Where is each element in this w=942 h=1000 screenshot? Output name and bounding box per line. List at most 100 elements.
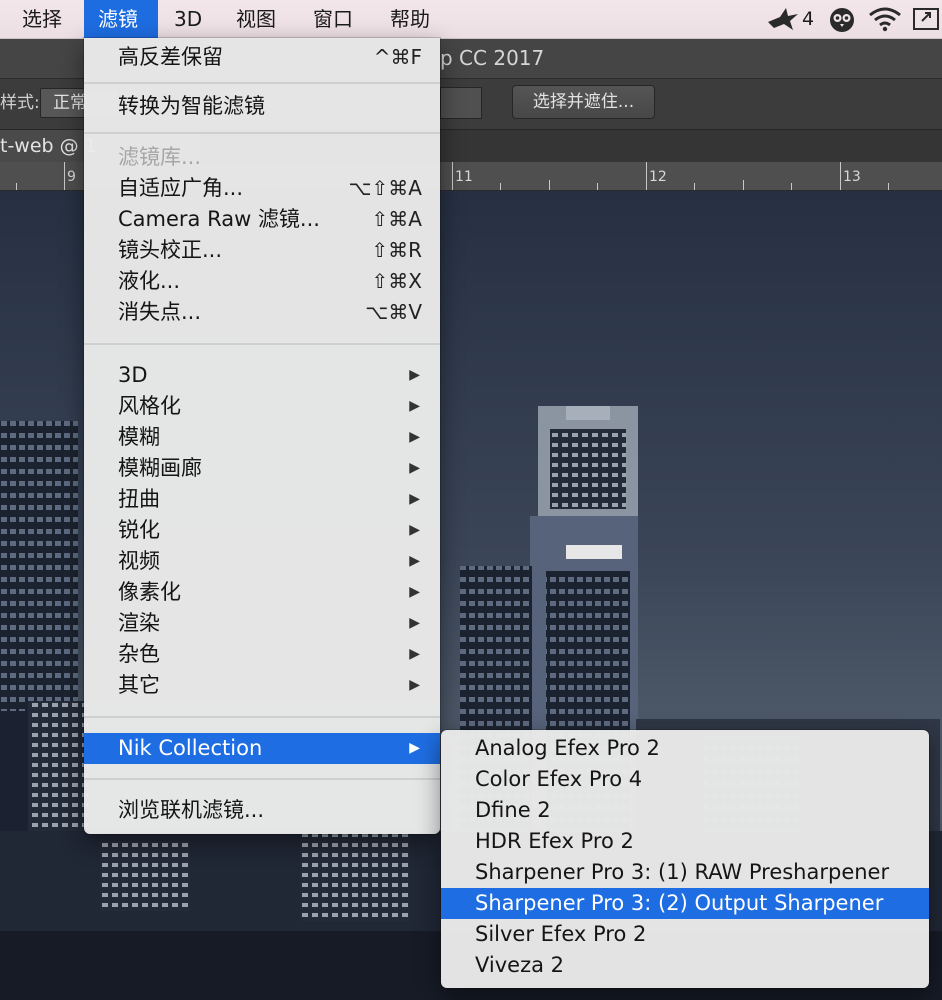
status-resize[interactable] (912, 0, 940, 38)
menu-item-shortcut: ⇧⌘A (371, 207, 422, 231)
submenu-arrow-icon: ▶ (409, 740, 420, 756)
menu-separator (84, 716, 440, 718)
nik-item-silver-efex[interactable]: Silver Efex Pro 2 (441, 919, 929, 950)
submenu-sharpen[interactable]: 锐化 ▶ (84, 515, 440, 546)
menu-help[interactable]: 帮助 (376, 0, 444, 38)
ruler-tick (64, 162, 65, 190)
menu-item-shortcut: ^⌘F (373, 45, 422, 69)
submenu-arrow-icon: ▶ (409, 553, 420, 569)
menu-separator (84, 132, 440, 134)
nik-item-dfine[interactable]: Dfine 2 (441, 795, 929, 826)
submenu-arrow-icon: ▶ (409, 677, 420, 693)
status-owl[interactable] (828, 0, 856, 38)
resize-icon (913, 8, 939, 30)
submenu-arrow-icon: ▶ (409, 398, 420, 414)
menu-3d[interactable]: 3D (160, 0, 216, 38)
ruler-tick (452, 162, 453, 190)
menu-item-label: 消失点... (118, 300, 202, 324)
submenu-noise[interactable]: 杂色 ▶ (84, 639, 440, 670)
menu-item-label: 风格化 (118, 394, 181, 418)
submenu-3d[interactable]: 3D ▶ (84, 360, 440, 391)
menu-item-shortcut: ⇧⌘R (371, 238, 422, 262)
submenu-blur-gallery[interactable]: 模糊画廊 ▶ (84, 453, 440, 484)
ruler-tick (743, 180, 744, 190)
nik-item-sharpener-output[interactable]: Sharpener Pro 3: (2) Output Sharpener (441, 888, 929, 919)
menu-item-label: Camera Raw 滤镜... (118, 207, 320, 231)
menu-item-label: 模糊 (118, 425, 160, 449)
submenu-other[interactable]: 其它 ▶ (84, 670, 440, 701)
nik-item-sharpener-raw[interactable]: Sharpener Pro 3: (1) RAW Presharpener (441, 857, 929, 888)
submenu-arrow-icon: ▶ (409, 367, 420, 383)
menu-item-filter-gallery: 滤镜库... (84, 142, 440, 173)
menu-item-shortcut: ⇧⌘X (371, 269, 422, 293)
menu-item-label: 渲染 (118, 611, 160, 635)
menu-item-label: 镜头校正... (118, 238, 223, 262)
menu-item-label: 模糊画廊 (118, 456, 202, 480)
menu-item-lens-correction[interactable]: 镜头校正... ⇧⌘R (84, 235, 440, 266)
app-title: p CC 2017 (440, 46, 545, 70)
menu-item-label: 扭曲 (118, 487, 160, 511)
menu-filter[interactable]: 滤镜 (84, 0, 158, 38)
menu-item-label: 其它 (118, 673, 160, 697)
menu-item-vanishing-point[interactable]: 消失点... ⌥⌘V (84, 297, 440, 328)
ruler-label: 11 (455, 169, 473, 185)
ruler-tick (597, 183, 598, 190)
nik-item-viveza[interactable]: Viveza 2 (441, 950, 929, 981)
ruler-tick (646, 162, 647, 190)
menu-item-label: 转换为智能滤镜 (118, 94, 265, 118)
bird-icon (768, 8, 798, 30)
menu-separator (84, 778, 440, 780)
menu-item-label: 浏览联机滤镜... (118, 798, 265, 822)
menu-item-convert-smart-filter[interactable]: 转换为智能滤镜 (84, 91, 440, 122)
menu-view[interactable]: 视图 (222, 0, 290, 38)
nik-item-color-efex[interactable]: Color Efex Pro 4 (441, 764, 929, 795)
menu-item-browse-online-filters[interactable]: 浏览联机滤镜... (84, 795, 440, 826)
submenu-arrow-icon: ▶ (409, 460, 420, 476)
select-and-mask-button[interactable]: 选择并遮住... (512, 85, 655, 119)
menu-window[interactable]: 窗口 (299, 0, 367, 38)
menu-item-label: 3D (118, 363, 148, 387)
submenu-arrow-icon: ▶ (409, 615, 420, 631)
submenu-pixelate[interactable]: 像素化 ▶ (84, 577, 440, 608)
menu-item-camera-raw-filter[interactable]: Camera Raw 滤镜... ⇧⌘A (84, 204, 440, 235)
submenu-arrow-icon: ▶ (409, 584, 420, 600)
mac-menubar: 选择 滤镜 3D 视图 窗口 帮助 4 (0, 0, 942, 39)
status-wifi[interactable] (868, 0, 902, 38)
submenu-nik-collection[interactable]: Nik Collection ▶ (84, 733, 440, 764)
submenu-video[interactable]: 视频 ▶ (84, 546, 440, 577)
submenu-arrow-icon: ▶ (409, 522, 420, 538)
menu-item-liquify[interactable]: 液化... ⇧⌘X (84, 266, 440, 297)
owl-icon (830, 8, 854, 32)
submenu-arrow-icon: ▶ (409, 646, 420, 662)
menu-separator (84, 343, 440, 345)
menu-item-high-pass[interactable]: 高反差保留 ^⌘F (84, 42, 440, 73)
ruler-label: 13 (843, 169, 861, 185)
submenu-blur[interactable]: 模糊 ▶ (84, 422, 440, 453)
menu-item-label: 滤镜库... (118, 145, 202, 169)
ruler-tick (16, 183, 17, 190)
ruler-tick (888, 183, 889, 190)
ruler-tick (500, 183, 501, 190)
submenu-distort[interactable]: 扭曲 ▶ (84, 484, 440, 515)
ruler-label: 9 (67, 169, 76, 185)
ruler-label: 12 (649, 169, 667, 185)
nik-item-analog-efex[interactable]: Analog Efex Pro 2 (441, 733, 929, 764)
wifi-icon (869, 7, 901, 32)
nik-item-hdr-efex[interactable]: HDR Efex Pro 2 (441, 826, 929, 857)
menu-item-adaptive-wide-angle[interactable]: 自适应广角... ⌥⇧⌘A (84, 173, 440, 204)
bird-count: 4 (802, 8, 815, 30)
menu-select[interactable]: 选择 (8, 0, 76, 38)
filter-menu: 高反差保留 ^⌘F 转换为智能滤镜 滤镜库... 自适应广角... ⌥⇧⌘A C… (84, 38, 440, 834)
status-bird[interactable]: 4 (766, 0, 814, 38)
menu-item-shortcut: ⌥⇧⌘A (348, 176, 423, 200)
menu-separator (84, 82, 440, 84)
menu-item-label: 高反差保留 (118, 45, 223, 69)
submenu-arrow-icon: ▶ (409, 429, 420, 445)
height-field[interactable] (440, 87, 482, 119)
submenu-stylize[interactable]: 风格化 ▶ (84, 391, 440, 422)
menu-item-label: Nik Collection (118, 736, 263, 760)
nik-collection-submenu: Analog Efex Pro 2 Color Efex Pro 4 Dfine… (441, 730, 929, 988)
ruler-tick (694, 183, 695, 190)
style-label: 样式: (0, 93, 40, 113)
submenu-render[interactable]: 渲染 ▶ (84, 608, 440, 639)
